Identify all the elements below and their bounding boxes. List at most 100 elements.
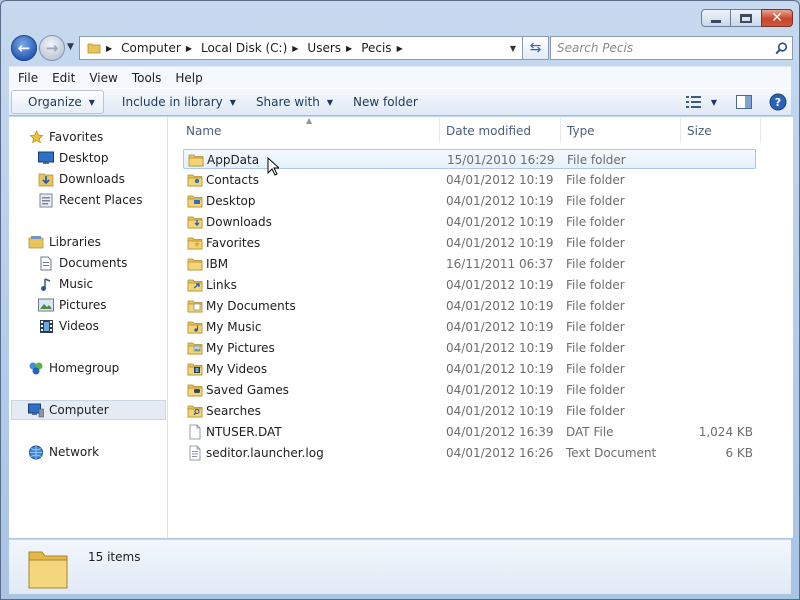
address-bar[interactable]: ▶ Computer ▶ Local Disk (C:) ▶ Users ▶ P…: [79, 36, 523, 60]
breadcrumb-computer[interactable]: Computer: [118, 37, 184, 59]
nav-label: Computer: [49, 403, 109, 417]
nav-computer[interactable]: Computer: [11, 400, 166, 420]
minimize-button[interactable]: [701, 9, 731, 27]
details-pane: 15 items: [9, 539, 791, 594]
search-box: [550, 36, 793, 60]
address-history-dropdown[interactable]: ▼: [504, 44, 522, 53]
organize-button[interactable]: Organize ▼: [11, 90, 104, 114]
file-size: 6 KB: [725, 446, 753, 460]
recent-places-icon: [37, 192, 55, 208]
preview-pane-icon[interactable]: [731, 90, 757, 114]
column-header-row: ▲ Name Date modified Type Size: [168, 116, 793, 143]
breadcrumb-separator-icon[interactable]: ▶: [104, 44, 118, 53]
file-size: [673, 338, 753, 358]
nav-libraries[interactable]: Libraries: [27, 232, 167, 252]
forward-button[interactable]: →: [39, 35, 65, 61]
breadcrumb-pecis[interactable]: Pecis: [358, 37, 394, 59]
breadcrumb-separator-icon[interactable]: ▶: [290, 44, 304, 53]
file-size: [674, 150, 754, 170]
table-row[interactable]: seditor.launcher.log 04/01/2012 16:26 Text…: [183, 443, 756, 463]
file-name: My Documents: [206, 299, 296, 313]
close-icon: ✕: [771, 10, 783, 26]
folder-icon: [84, 37, 104, 59]
file-size: 1,024 KB: [698, 425, 753, 439]
menu-help[interactable]: Help: [168, 68, 209, 88]
maximize-button[interactable]: [730, 9, 762, 27]
file-size: [673, 317, 753, 337]
file-name: My Pictures: [206, 341, 275, 355]
menu-file[interactable]: File: [11, 68, 45, 88]
search-input[interactable]: [551, 38, 770, 58]
folder-icon: [186, 254, 204, 274]
table-row[interactable]: Searches 04/01/2012 10:19 File folder: [183, 401, 756, 421]
refresh-button[interactable]: ⇆: [523, 36, 549, 60]
nav-recent-places[interactable]: Recent Places: [37, 190, 167, 210]
close-button[interactable]: ✕: [761, 9, 793, 27]
menu-view[interactable]: View: [82, 68, 124, 88]
file-type: File folder: [566, 362, 625, 376]
desktop-icon: [37, 150, 55, 166]
nav-documents[interactable]: Documents: [37, 253, 167, 273]
table-row[interactable]: My Documents 04/01/2012 10:19 File folder: [183, 296, 756, 316]
new-folder-button[interactable]: New folder: [343, 90, 428, 114]
table-row[interactable]: Links 04/01/2012 10:19 File folder: [183, 275, 756, 295]
pictures-folder-icon: [186, 338, 204, 358]
table-row[interactable]: Desktop 04/01/2012 10:19 File folder: [183, 191, 756, 211]
nav-videos[interactable]: Videos: [37, 316, 167, 336]
folder-icon: [187, 150, 205, 170]
homegroup-icon: [27, 360, 45, 376]
table-row[interactable]: Downloads 04/01/2012 10:19 File folder: [183, 212, 756, 232]
table-row[interactable]: IBM 16/11/2011 06:37 File folder: [183, 254, 756, 274]
table-row[interactable]: NTUSER.DAT 04/01/2012 16:39 DAT File 1,024 …: [183, 422, 756, 442]
column-type[interactable]: Type: [561, 117, 681, 143]
breadcrumb-separator-icon[interactable]: ▶: [395, 44, 409, 53]
arrow-right-icon: →: [45, 38, 59, 57]
nav-pictures[interactable]: Pictures: [37, 295, 167, 315]
table-row[interactable]: Saved Games 04/01/2012 10:19 File folder: [183, 380, 756, 400]
menu-edit[interactable]: Edit: [45, 68, 82, 88]
include-in-library-button[interactable]: Include in library ▼: [112, 90, 246, 114]
new-folder-label: New folder: [353, 95, 418, 109]
music-folder-icon: [186, 317, 204, 337]
recent-pages-dropdown[interactable]: ▼: [67, 42, 74, 52]
menu-tools[interactable]: Tools: [125, 68, 169, 88]
nav-favorites[interactable]: Favorites: [27, 127, 167, 147]
file-type: File folder: [566, 215, 625, 229]
back-button[interactable]: ←: [11, 35, 37, 61]
file-type: File folder: [566, 404, 625, 418]
breadcrumb-local-disk[interactable]: Local Disk (C:): [198, 37, 290, 59]
nav-downloads[interactable]: Downloads: [37, 169, 167, 189]
share-with-button[interactable]: Share with ▼: [246, 90, 343, 114]
file-size: [673, 296, 753, 316]
breadcrumb-separator-icon[interactable]: ▶: [184, 44, 198, 53]
chevron-down-icon: ▼: [229, 97, 236, 107]
share-with-label: Share with: [255, 95, 320, 109]
column-date-modified[interactable]: Date modified: [440, 117, 561, 143]
column-size[interactable]: Size: [681, 117, 761, 143]
folder-icon: [27, 546, 69, 593]
nav-desktop[interactable]: Desktop: [37, 148, 167, 168]
breadcrumb-users[interactable]: Users: [304, 37, 344, 59]
nav-homegroup[interactable]: Homegroup: [27, 358, 167, 378]
file-type: File folder: [566, 320, 625, 334]
breadcrumb-separator-icon[interactable]: ▶: [344, 44, 358, 53]
column-name[interactable]: Name: [180, 117, 440, 143]
file-name: IBM: [206, 257, 229, 271]
file-date-modified: 16/11/2011 06:37: [446, 257, 554, 271]
chevron-down-icon: ▼: [326, 97, 333, 107]
libraries-icon: [27, 234, 45, 250]
documents-icon: [37, 255, 55, 271]
table-row[interactable]: Favorites 04/01/2012 10:19 File folder: [183, 233, 756, 253]
table-row[interactable]: My Music 04/01/2012 10:19 File folder: [183, 317, 756, 337]
search-icon[interactable]: [770, 41, 792, 55]
breadcrumb-label: Computer: [121, 41, 181, 55]
change-view-icon[interactable]: [681, 90, 707, 114]
nav-music[interactable]: Music: [37, 274, 167, 294]
table-row[interactable]: My Videos 04/01/2012 10:19 File folder: [183, 359, 756, 379]
explorer-window: ✕ ← → ▼ ▶ Computer ▶ Local Disk (C:) ▶ U…: [0, 0, 800, 600]
help-icon[interactable]: ?: [765, 90, 791, 114]
nav-network[interactable]: Network: [27, 442, 167, 462]
downloads-folder-icon: [37, 171, 55, 187]
table-row[interactable]: My Pictures 04/01/2012 10:19 File folder: [183, 338, 756, 358]
more-views-dropdown[interactable]: ▼: [707, 90, 721, 114]
